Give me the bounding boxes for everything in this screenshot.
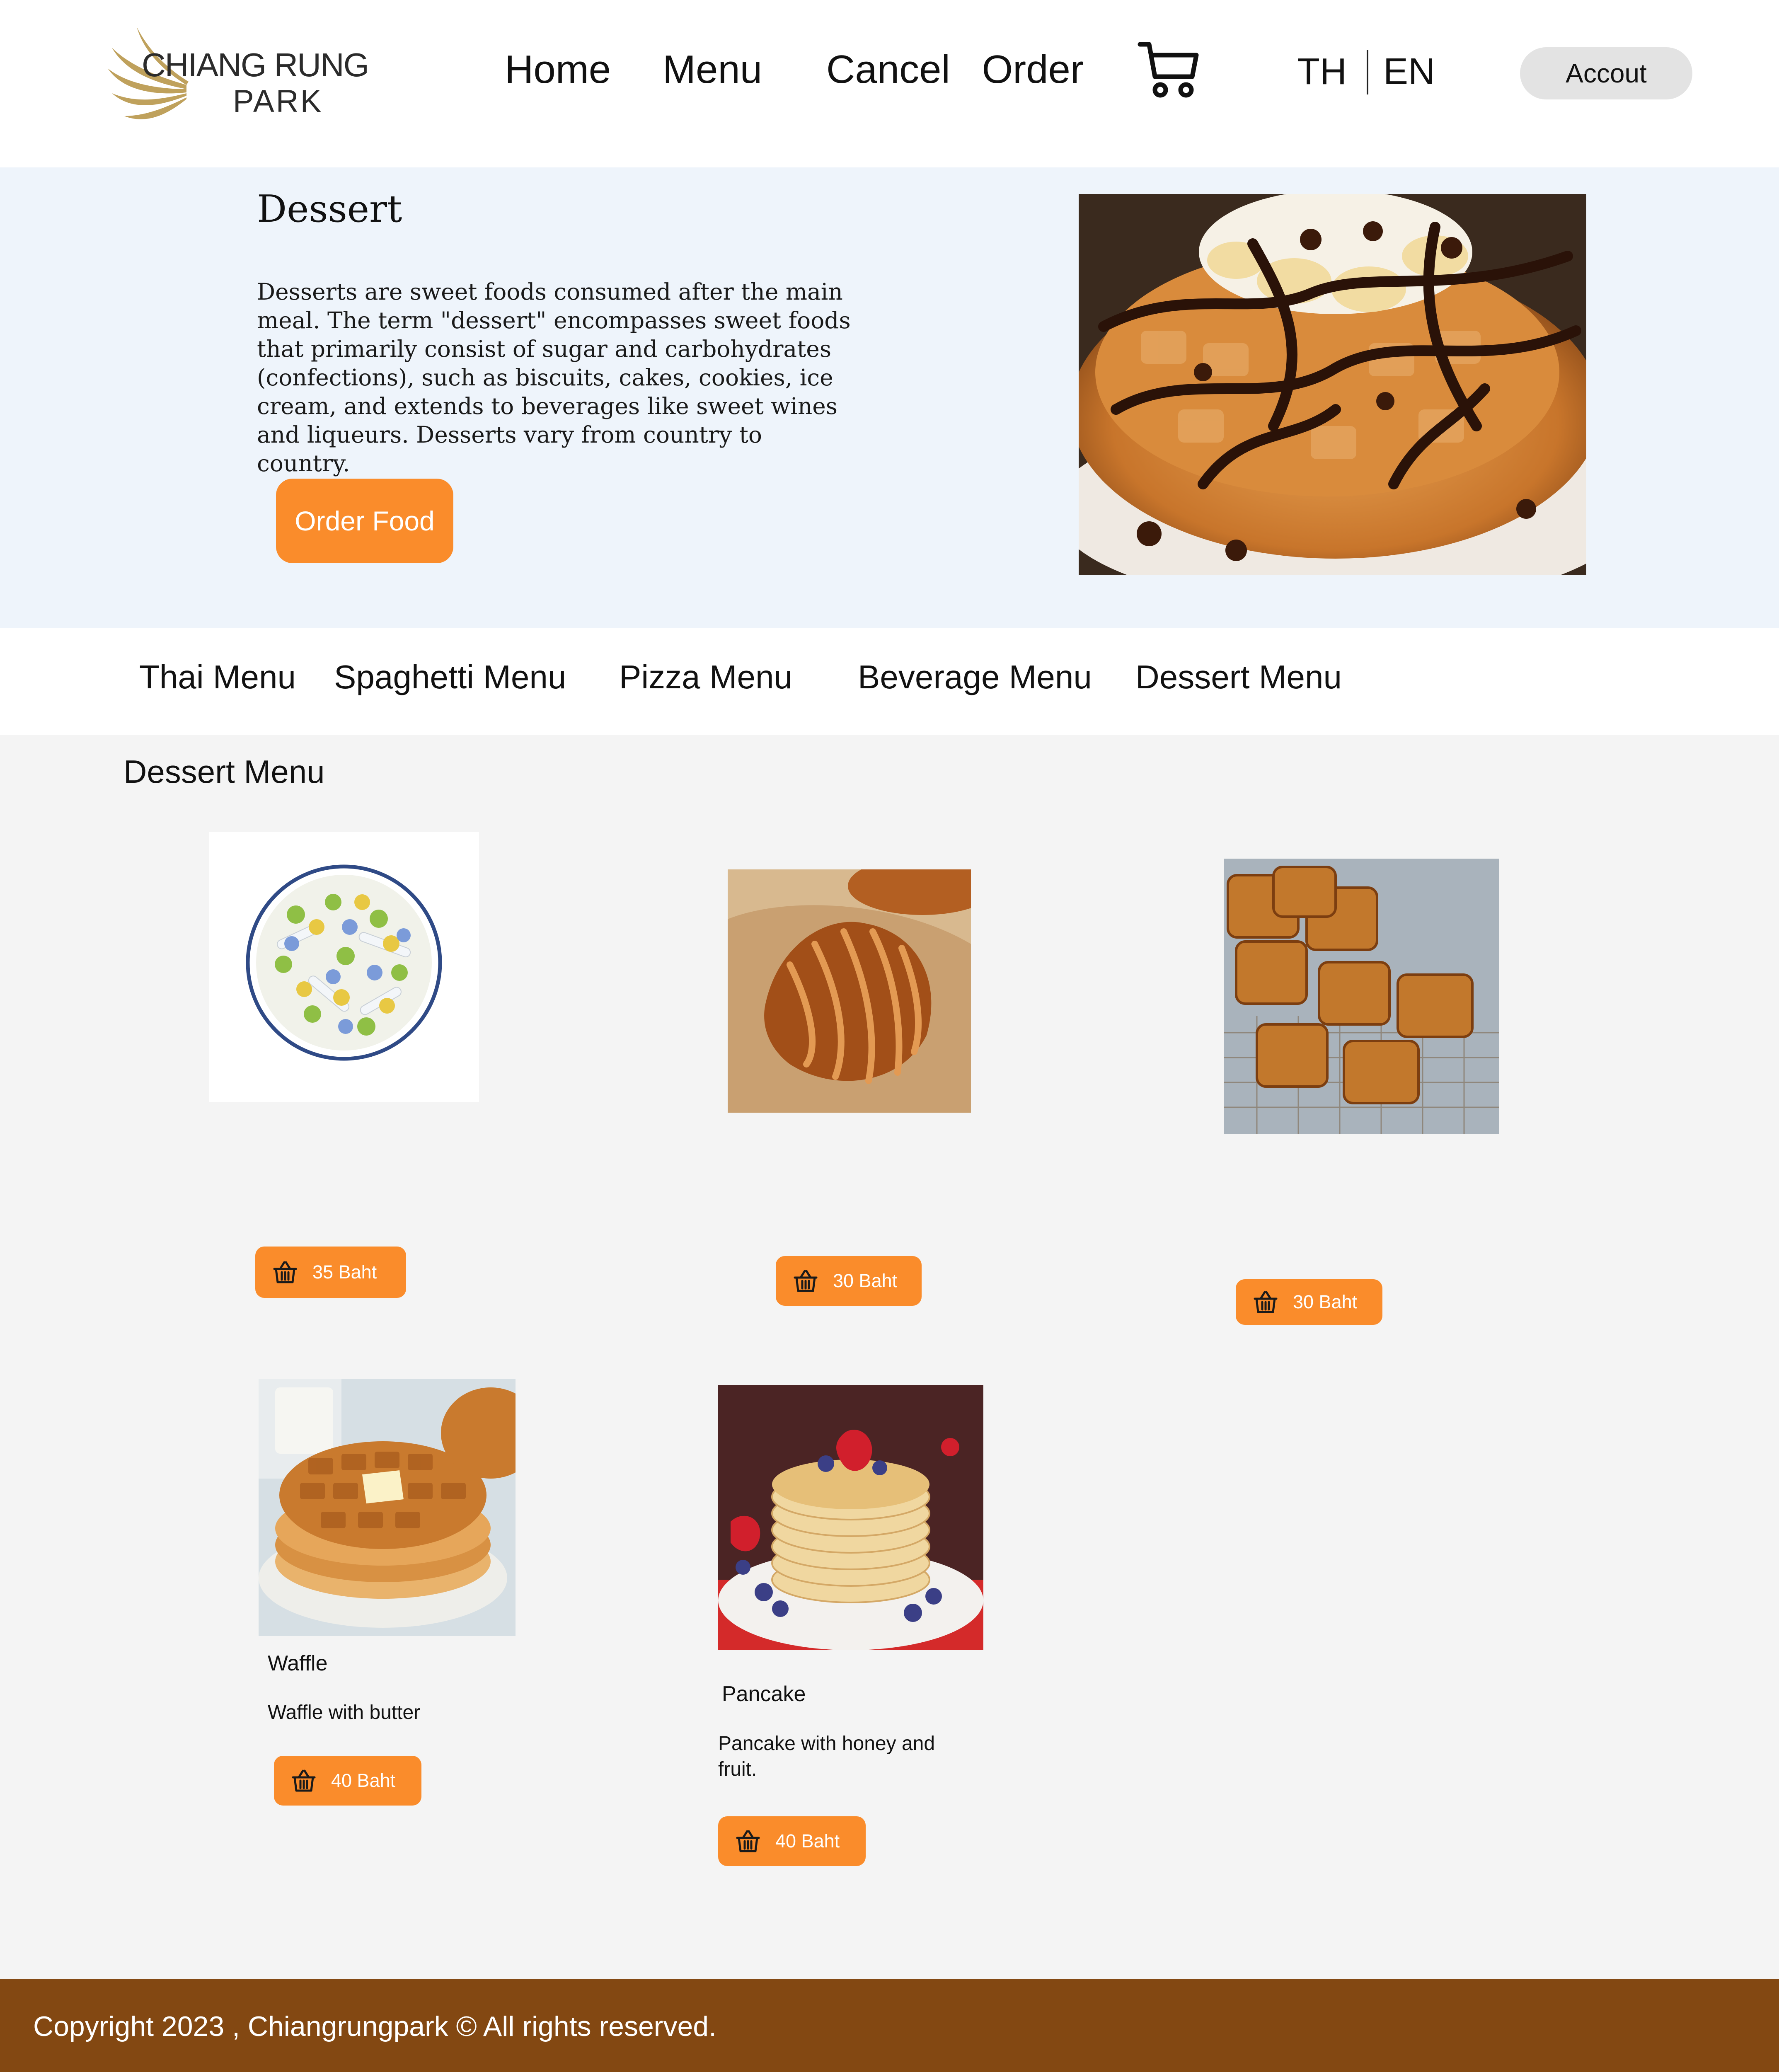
nav-menu-link[interactable]: Menu [663,50,762,90]
basket-icon [292,1769,316,1792]
price-label: 40 Baht [775,1830,840,1852]
lang-divider [1367,50,1368,94]
item-name: Waffle [268,1651,328,1675]
price-label: 35 Baht [312,1261,377,1283]
basket-icon [1254,1291,1278,1313]
price-label: 30 Baht [1293,1291,1358,1312]
price-label: 30 Baht [833,1270,898,1291]
section-title: Dessert Menu [123,753,325,790]
cart-icon [1138,42,1199,98]
add-to-cart-button[interactable]: 40 Baht [718,1816,866,1866]
nav-cancel-label: Cancel [826,47,950,92]
nav-home-link[interactable]: Home [505,50,611,90]
lang-en-link[interactable]: EN [1383,53,1435,90]
add-to-cart-button[interactable]: 30 Baht [776,1256,922,1306]
price-label: 40 Baht [331,1770,396,1791]
brand-name-line2: PARK [233,84,323,119]
account-button[interactable]: Accout [1520,47,1692,99]
brand-logo[interactable]: CHIANG RUNG PARK [104,23,369,122]
brand-name-line1: CHIANG RUNG [142,46,369,83]
copyright-text: Copyright 2023 , Chiangrungpark © All ri… [33,2011,716,2042]
category-thai-menu[interactable]: Thai Menu [139,661,296,694]
pancake-image[interactable] [718,1385,983,1650]
item-description: Pancake with honey and fruit. [718,1733,935,1780]
waffle-image[interactable] [259,1379,516,1636]
cart-button[interactable] [1138,39,1200,102]
hero-description: Desserts are sweet foods consumed after … [257,278,851,477]
category-dessert-menu[interactable]: Dessert Menu [1135,661,1342,694]
mini-waffles-image[interactable] [1224,859,1499,1134]
basket-icon [794,1270,818,1292]
hero-waffle-image [1079,194,1586,575]
add-to-cart-button[interactable]: 40 Baht [274,1756,421,1806]
add-to-cart-button[interactable]: 35 Baht [255,1247,406,1298]
order-food-button[interactable]: Order Food [276,479,453,563]
croissant-image[interactable] [728,869,971,1113]
basket-icon [736,1830,760,1852]
item-name: Pancake [722,1682,806,1706]
hero-title: Dessert [257,187,402,231]
category-pizza-menu[interactable]: Pizza Menu [619,661,792,694]
nav-cancel-order-link[interactable]: Cancel Order [826,50,1084,90]
item-description: Waffle with butter [268,1702,421,1723]
dessert-bowl-image[interactable] [209,832,479,1102]
category-spaghetti-menu[interactable]: Spaghetti Menu [334,661,566,694]
add-to-cart-button[interactable]: 30 Baht [1236,1279,1382,1325]
basket-icon [273,1261,297,1283]
nav-order-label: Order [982,47,1084,92]
lang-th-link[interactable]: TH [1297,53,1347,90]
category-beverage-menu[interactable]: Beverage Menu [858,661,1092,694]
